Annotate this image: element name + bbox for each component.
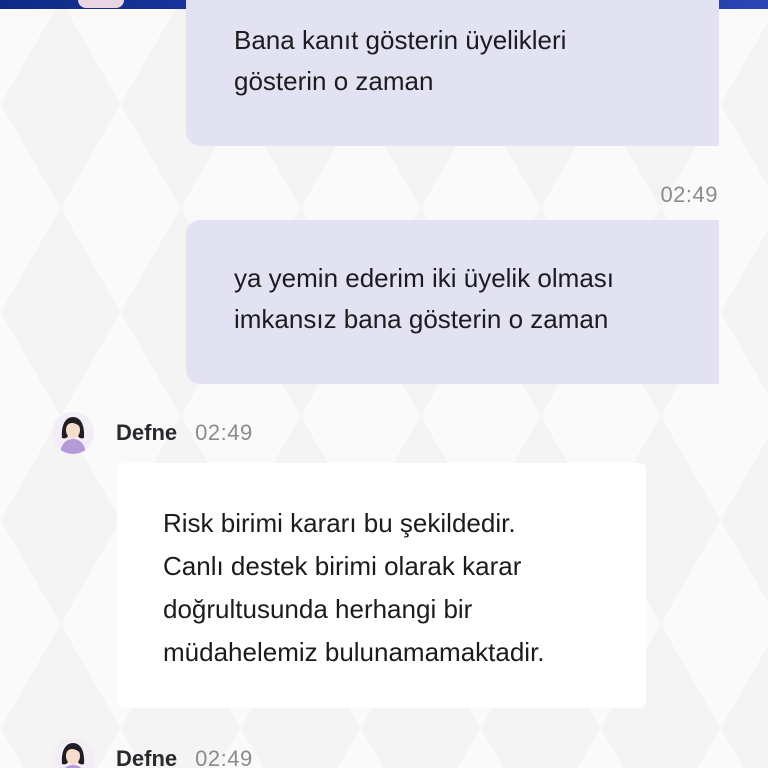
message-timestamp: 02:49 xyxy=(660,182,718,207)
message-text-line: ya yemin ederim iki üyelik olması xyxy=(234,263,615,293)
outgoing-message-bubble[interactable]: ya yemin ederim iki üyelik olması imkans… xyxy=(186,220,719,384)
agent-name: Defne xyxy=(116,746,178,768)
banner-decoration-left xyxy=(78,0,124,8)
message-text-line: Risk birimi kararı bu şekildedir. xyxy=(163,508,516,538)
agent-name: Defne xyxy=(116,420,178,445)
message-text-line: Canlı destek birimi olarak karar xyxy=(163,551,522,581)
agent-message-header: Defne 02:49 xyxy=(52,737,253,768)
outgoing-message-bubble[interactable]: Bana kanıt gösterin üyelikleri gösterin … xyxy=(186,0,719,146)
agent-message-header: Defne 02:49 xyxy=(52,411,253,455)
message-text-line: gösterin o zaman xyxy=(234,66,434,96)
message-text-line: imkansız bana gösterin o zaman xyxy=(234,304,609,334)
female-agent-avatar-icon xyxy=(52,412,94,454)
message-text-line: müdahelemiz bulunamamaktadir. xyxy=(163,637,545,667)
message-timestamp: 02:49 xyxy=(195,746,253,768)
message-text-line: Bana kanıt gösterin üyelikleri xyxy=(234,25,567,55)
incoming-message-bubble[interactable]: Risk birimi kararı bu şekildedir. Canlı … xyxy=(117,463,646,708)
female-agent-avatar-icon xyxy=(52,738,94,768)
message-text-line: doğrultusunda herhangi bir xyxy=(163,594,473,624)
message-timestamp: 02:49 xyxy=(195,420,253,445)
